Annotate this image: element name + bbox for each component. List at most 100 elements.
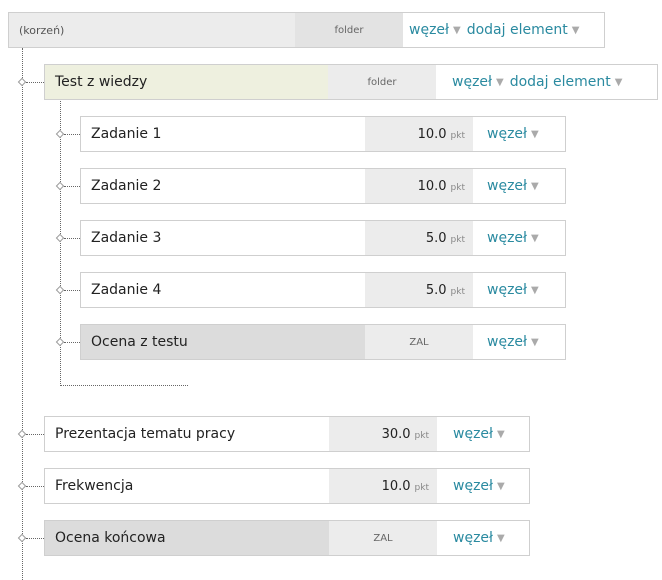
task-unit: pkt bbox=[450, 182, 465, 193]
item-name: Prezentacja tematu pracy bbox=[55, 426, 236, 442]
task-node: Zadanie 1 10.0 pkt węzeł ▼ bbox=[80, 116, 566, 152]
task-points: 5.0 bbox=[425, 230, 447, 246]
task-node-menu-label: węzeł bbox=[487, 126, 528, 142]
task-node-menu-label: węzeł bbox=[487, 230, 528, 246]
test-grade-node-menu[interactable]: węzeł ▼ bbox=[473, 325, 565, 359]
root-type-cell: folder bbox=[295, 13, 403, 47]
root-add-menu-label[interactable]: dodaj element bbox=[467, 22, 568, 38]
item-node-menu[interactable]: węzeł ▼ bbox=[437, 417, 529, 451]
item-name-cell[interactable]: Frekwencja bbox=[45, 469, 329, 503]
task-unit: pkt bbox=[450, 286, 465, 297]
item-unit: pkt bbox=[414, 430, 429, 441]
task-points-cell: 10.0 pkt bbox=[365, 117, 473, 151]
task-name-cell[interactable]: Zadanie 2 bbox=[81, 169, 365, 203]
test-add-menu-label[interactable]: dodaj element bbox=[510, 74, 611, 90]
task-unit: pkt bbox=[450, 130, 465, 141]
test-grade-type-cell: ZAL bbox=[365, 325, 473, 359]
task-node-menu-label: węzeł bbox=[487, 282, 528, 298]
item-points: 30.0 bbox=[381, 426, 411, 442]
tree-line-root bbox=[22, 48, 23, 580]
final-grade-node-menu-label: węzeł bbox=[453, 530, 494, 546]
tree-connector-diamond-icon bbox=[55, 337, 65, 347]
caret-down-icon: ▼ bbox=[531, 284, 539, 296]
caret-down-icon: ▼ bbox=[531, 128, 539, 140]
tree-line-test-end bbox=[60, 385, 188, 386]
item-node-menu-label: węzeł bbox=[453, 426, 494, 442]
task-unit: pkt bbox=[450, 234, 465, 245]
tree-connector-diamond-icon bbox=[17, 77, 27, 87]
tree-connector-diamond-icon bbox=[55, 233, 65, 243]
task-node-menu[interactable]: węzeł ▼ bbox=[473, 273, 565, 307]
task-node-menu[interactable]: węzeł ▼ bbox=[473, 169, 565, 203]
tree-connector-diamond-icon bbox=[55, 129, 65, 139]
root-name: (korzeń) bbox=[19, 23, 65, 37]
tree-connector-diamond-icon bbox=[55, 181, 65, 191]
test-grade-type: ZAL bbox=[409, 336, 429, 348]
task-node-menu[interactable]: węzeł ▼ bbox=[473, 117, 565, 151]
test-name-cell[interactable]: Test z wiedzy bbox=[45, 65, 328, 99]
caret-down-icon: ▼ bbox=[571, 24, 580, 36]
connector-line bbox=[26, 434, 44, 435]
test-node-menu[interactable]: węzeł ▼ dodaj element ▼ bbox=[436, 65, 657, 99]
root-name-cell[interactable]: (korzeń) bbox=[9, 13, 295, 47]
item-node: Frekwencja 10.0 pkt węzeł ▼ bbox=[44, 468, 530, 504]
caret-down-icon: ▼ bbox=[531, 180, 539, 192]
tree-connector-diamond-icon bbox=[17, 429, 27, 439]
tree-connector-diamond-icon bbox=[17, 481, 27, 491]
test-type-cell: folder bbox=[328, 65, 436, 99]
connector-line bbox=[64, 186, 80, 187]
task-name: Zadanie 2 bbox=[91, 178, 162, 194]
item-node-menu[interactable]: węzeł ▼ bbox=[437, 469, 529, 503]
item-name-cell[interactable]: Prezentacja tematu pracy bbox=[45, 417, 329, 451]
task-points: 5.0 bbox=[425, 282, 447, 298]
test-type: folder bbox=[367, 76, 397, 88]
tree-connector-diamond-icon bbox=[55, 285, 65, 295]
caret-down-icon: ▼ bbox=[531, 336, 539, 348]
item-node-menu-label: węzeł bbox=[453, 478, 494, 494]
connector-line bbox=[64, 290, 80, 291]
task-points-cell: 5.0 pkt bbox=[365, 273, 473, 307]
task-node: Zadanie 4 5.0 pkt węzeł ▼ bbox=[80, 272, 566, 308]
task-node: Zadanie 3 5.0 pkt węzeł ▼ bbox=[80, 220, 566, 256]
test-node: Test z wiedzy folder węzeł ▼ dodaj eleme… bbox=[44, 64, 658, 100]
test-grade-name: Ocena z testu bbox=[91, 334, 188, 350]
item-points-cell: 30.0 pkt bbox=[329, 417, 437, 451]
task-node-menu-label: węzeł bbox=[487, 178, 528, 194]
connector-line bbox=[26, 486, 44, 487]
root-node: (korzeń) folder węzeł ▼ dodaj element ▼ bbox=[8, 12, 605, 48]
final-grade-type: ZAL bbox=[373, 532, 393, 544]
task-node: Zadanie 2 10.0 pkt węzeł ▼ bbox=[80, 168, 566, 204]
test-grade-name-cell[interactable]: Ocena z testu bbox=[81, 325, 365, 359]
final-grade-type-cell: ZAL bbox=[329, 521, 437, 555]
root-type: folder bbox=[334, 24, 364, 36]
connector-line bbox=[64, 342, 80, 343]
test-grade-node: Ocena z testu ZAL węzeł ▼ bbox=[80, 324, 566, 360]
task-points: 10.0 bbox=[417, 178, 447, 194]
item-name: Frekwencja bbox=[55, 478, 134, 494]
item-points-cell: 10.0 pkt bbox=[329, 469, 437, 503]
caret-down-icon: ▼ bbox=[497, 480, 505, 492]
caret-down-icon: ▼ bbox=[614, 76, 623, 88]
tree-connector-diamond-icon bbox=[17, 533, 27, 543]
item-unit: pkt bbox=[414, 482, 429, 493]
item-node: Prezentacja tematu pracy 30.0 pkt węzeł ▼ bbox=[44, 416, 530, 452]
task-node-menu[interactable]: węzeł ▼ bbox=[473, 221, 565, 255]
caret-down-icon: ▼ bbox=[453, 24, 461, 36]
caret-down-icon: ▼ bbox=[497, 428, 505, 440]
task-name: Zadanie 4 bbox=[91, 282, 162, 298]
connector-line bbox=[64, 238, 80, 239]
final-grade-name-cell[interactable]: Ocena końcowa bbox=[45, 521, 329, 555]
task-name-cell[interactable]: Zadanie 4 bbox=[81, 273, 365, 307]
task-name: Zadanie 1 bbox=[91, 126, 162, 142]
task-name-cell[interactable]: Zadanie 1 bbox=[81, 117, 365, 151]
task-points-cell: 10.0 pkt bbox=[365, 169, 473, 203]
test-grade-node-menu-label: węzeł bbox=[487, 334, 528, 350]
root-node-menu-label: węzeł bbox=[409, 22, 450, 38]
root-node-menu[interactable]: węzeł ▼ dodaj element ▼ bbox=[403, 13, 604, 47]
final-grade-node-menu[interactable]: węzeł ▼ bbox=[437, 521, 529, 555]
task-name-cell[interactable]: Zadanie 3 bbox=[81, 221, 365, 255]
connector-line bbox=[26, 538, 44, 539]
caret-down-icon: ▼ bbox=[497, 532, 505, 544]
task-points: 10.0 bbox=[417, 126, 447, 142]
test-node-menu-label: węzeł bbox=[452, 74, 493, 90]
